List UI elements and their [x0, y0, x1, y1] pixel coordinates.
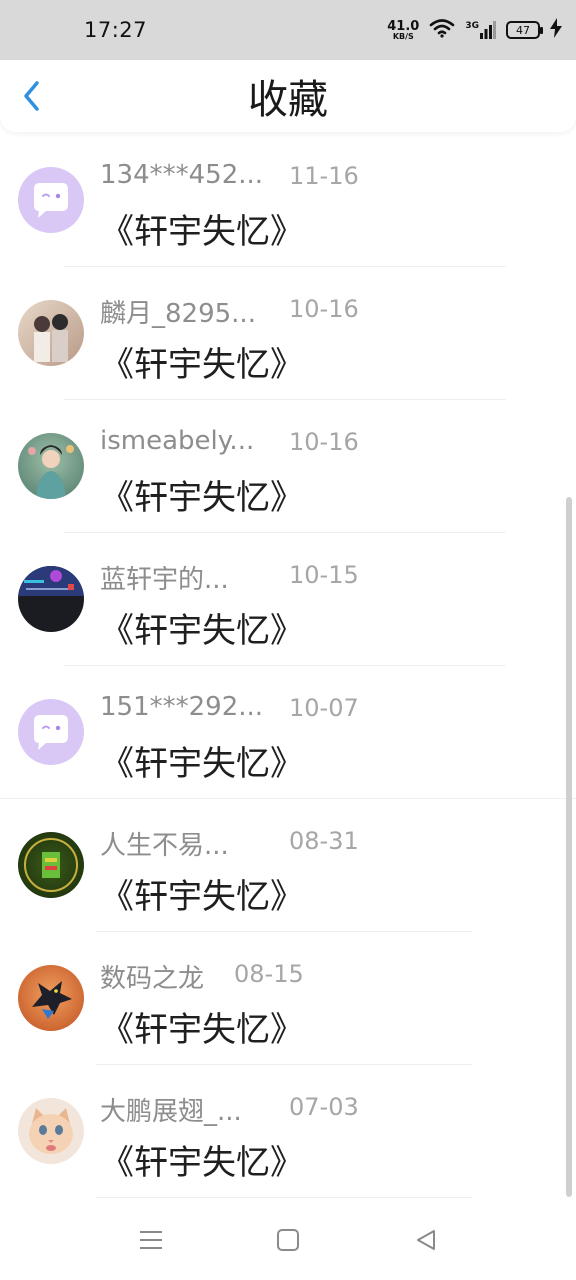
favorite-content: 《轩宇失忆》	[100, 345, 304, 385]
favorite-content: 《轩宇失忆》	[100, 744, 304, 784]
list-item[interactable]: ismeabely... 10-16 《轩宇失忆》	[0, 400, 576, 533]
favorite-date: 08-31	[289, 827, 359, 855]
list-item[interactable]: 麟月_8295... 10-16 《轩宇失忆》	[0, 267, 576, 400]
signal-icon: 3G	[465, 21, 496, 39]
divider	[96, 1197, 472, 1198]
user-name: 151***292...	[100, 692, 264, 722]
network-speed: 41.0 KB/S	[387, 20, 419, 41]
chat-bubble-avatar[interactable]	[18, 167, 84, 233]
battery-level: 47	[516, 23, 530, 37]
user-name: 大鹏展翅_...	[100, 1097, 242, 1127]
favorite-date: 10-15	[289, 561, 359, 589]
favorite-content: 《轩宇失忆》	[100, 877, 304, 917]
favorite-content: 《轩宇失忆》	[100, 1143, 304, 1183]
user-name: ismeabely...	[100, 426, 255, 456]
scrollbar[interactable]	[566, 497, 572, 1197]
list-item[interactable]: 大鹏展翅_... 07-03 《轩宇失忆》	[0, 1065, 576, 1198]
user-name: 数码之龙	[100, 964, 205, 994]
favorites-list: 134***452... 11-16 《轩宇失忆》 麟月_8295... 10-…	[0, 134, 576, 1198]
wifi-icon	[429, 18, 455, 42]
status-bar: 17:27 41.0 KB/S 3G 47	[0, 0, 576, 60]
network-type-label: 3G	[465, 21, 479, 31]
network-speed-unit: KB/S	[392, 31, 414, 41]
battery-icon: 47	[506, 21, 543, 39]
user-name: 蓝轩宇的...	[100, 565, 229, 595]
list-item[interactable]: 数码之龙 08-15 《轩宇失忆》	[0, 932, 576, 1065]
charging-icon	[550, 18, 562, 42]
menu-icon[interactable]	[133, 1222, 169, 1258]
favorite-date: 10-16	[289, 428, 359, 456]
header: 收藏	[0, 60, 576, 132]
green-emblem-avatar[interactable]	[18, 832, 84, 898]
favorite-date: 11-16	[289, 162, 359, 190]
list-item[interactable]: 151***292... 10-07 《轩宇失忆》	[0, 666, 576, 799]
status-time: 17:27	[84, 18, 148, 42]
favorite-content: 《轩宇失忆》	[100, 611, 304, 651]
favorite-date: 10-16	[289, 295, 359, 323]
status-icons: 41.0 KB/S 3G 47	[387, 18, 562, 42]
home-square-icon[interactable]	[270, 1222, 306, 1258]
portrait-woman-avatar[interactable]	[18, 433, 84, 499]
list-item[interactable]: 134***452... 11-16 《轩宇失忆》	[0, 134, 576, 267]
favorite-content: 《轩宇失忆》	[100, 212, 304, 252]
list-item[interactable]: 蓝轩宇的... 10-15 《轩宇失忆》	[0, 533, 576, 666]
user-name: 134***452...	[100, 160, 264, 190]
list-item[interactable]: 人生不易... 08-31 《轩宇失忆》	[0, 799, 576, 932]
page-title: 收藏	[248, 77, 328, 123]
favorite-content: 《轩宇失忆》	[100, 1010, 304, 1050]
user-name: 人生不易...	[100, 831, 229, 861]
favorite-date: 08-15	[234, 960, 304, 988]
chat-bubble-avatar[interactable]	[18, 699, 84, 765]
network-speed-value: 41.0	[387, 18, 420, 34]
favorite-date: 10-07	[289, 694, 359, 722]
navigation-bar	[0, 1200, 576, 1280]
back-triangle-icon[interactable]	[408, 1222, 444, 1258]
favorite-content: 《轩宇失忆》	[100, 478, 304, 518]
anime-couple-avatar[interactable]	[18, 300, 84, 366]
chevron-left-icon[interactable]	[14, 78, 50, 114]
game-scene-avatar[interactable]	[18, 566, 84, 632]
favorite-date: 07-03	[289, 1093, 359, 1121]
dragon-avatar[interactable]	[18, 965, 84, 1031]
kitten-avatar[interactable]	[18, 1098, 84, 1164]
user-name: 麟月_8295...	[100, 299, 256, 329]
